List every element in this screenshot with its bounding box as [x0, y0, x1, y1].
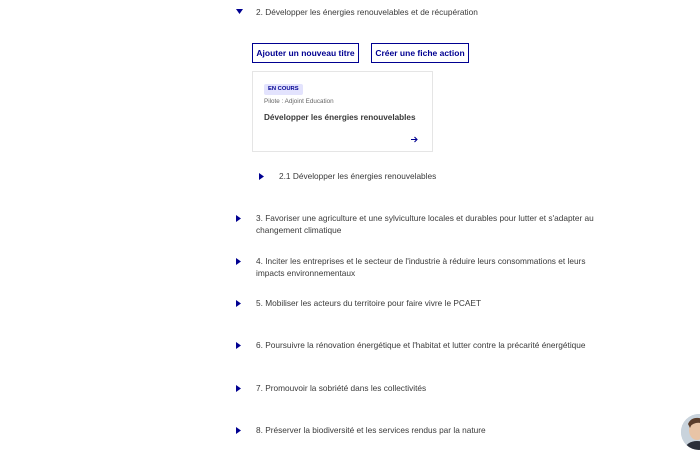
section-row[interactable]: 4. Inciter les entreprises et le secteur…: [236, 255, 596, 279]
caret-right-icon[interactable]: [259, 170, 273, 180]
card-pilote: Pilote : Adjoint Education: [264, 98, 334, 105]
section-label: 8. Préserver la biodiversité et les serv…: [256, 425, 486, 435]
section-row[interactable]: 5. Mobiliser les acteurs du territoire p…: [236, 297, 596, 309]
fiche-action-card[interactable]: EN COURS Pilote : Adjoint Education Déve…: [252, 71, 433, 152]
section-2-row[interactable]: 2. Développer les énergies renouvelables…: [236, 6, 596, 18]
create-action-sheet-button[interactable]: Créer une fiche action: [371, 43, 469, 63]
caret-right-icon[interactable]: [236, 382, 250, 392]
caret-right-icon[interactable]: [236, 297, 250, 307]
section-row[interactable]: 7. Promouvoir la sobriété dans les colle…: [236, 382, 596, 394]
section-row[interactable]: 6. Poursuivre la rénovation énergétique …: [236, 339, 596, 351]
section-label: 7. Promouvoir la sobriété dans les colle…: [256, 383, 427, 393]
arrow-right-icon: [411, 130, 418, 148]
status-badge: EN COURS: [264, 84, 303, 95]
section-row[interactable]: 8. Préserver la biodiversité et les serv…: [236, 424, 596, 436]
section-label: 6. Poursuivre la rénovation énergétique …: [256, 340, 586, 350]
subsection-2-1-row[interactable]: 2.1 Développer les énergies renouvelable…: [259, 170, 559, 182]
support-avatar[interactable]: [681, 414, 700, 450]
add-title-button[interactable]: Ajouter un nouveau titre: [252, 43, 359, 63]
caret-right-icon[interactable]: [236, 255, 250, 265]
person-icon: [681, 414, 700, 450]
caret-down-icon[interactable]: [236, 6, 250, 14]
caret-right-icon[interactable]: [236, 212, 250, 222]
section-label: 3. Favoriser une agriculture et une sylv…: [256, 213, 594, 235]
caret-right-icon[interactable]: [236, 339, 250, 349]
card-title: Développer les énergies renouvelables: [264, 113, 416, 122]
caret-right-icon[interactable]: [236, 424, 250, 434]
section-label: 4. Inciter les entreprises et le secteur…: [256, 256, 586, 278]
section-label: 5. Mobiliser les acteurs du territoire p…: [256, 298, 482, 308]
section-2-label: 2. Développer les énergies renouvelables…: [256, 7, 478, 17]
section-row[interactable]: 3. Favoriser une agriculture et une sylv…: [236, 212, 596, 236]
subsection-2-1-label: 2.1 Développer les énergies renouvelable…: [279, 171, 437, 181]
